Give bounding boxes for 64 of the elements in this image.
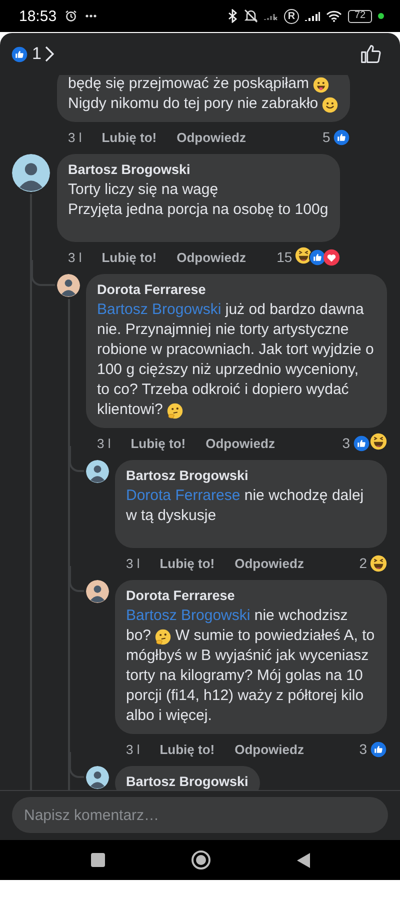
reactions-button[interactable]: 1 xyxy=(11,44,54,64)
like-link[interactable]: Lubię to! xyxy=(102,130,157,144)
battery-indicator: 72 xyxy=(348,10,372,22)
reply-link[interactable]: Odpowiedz xyxy=(206,436,275,450)
reply-link[interactable]: Odpowiedz xyxy=(234,556,304,570)
author-name[interactable]: Dorota Ferrarese xyxy=(126,588,375,603)
more-icon xyxy=(84,14,97,18)
roaming-indicator: R xyxy=(284,8,299,24)
author-name[interactable]: Bartosz Brogowski xyxy=(68,162,328,177)
like-link[interactable]: Lubię to! xyxy=(160,742,215,756)
chevron-icon xyxy=(45,46,54,62)
status-dot-icon xyxy=(378,13,384,19)
laughing-face-icon xyxy=(295,246,312,264)
reaction-count[interactable]: 3 xyxy=(359,741,367,757)
avatar[interactable] xyxy=(86,766,109,789)
wifi-icon xyxy=(326,10,342,22)
comment-input[interactable]: Napisz komentarz… xyxy=(12,797,388,833)
reply-link[interactable]: Odpowiedz xyxy=(176,130,246,144)
thumbs-up-icon xyxy=(333,128,350,146)
author-name[interactable]: Bartosz Brogowski xyxy=(126,774,248,789)
recent-apps-icon[interactable] xyxy=(90,853,104,867)
comment-time: 3 l xyxy=(126,556,140,570)
thumbs-up-icon xyxy=(370,740,387,758)
tongue-face-icon xyxy=(313,77,330,93)
avatar[interactable] xyxy=(57,274,80,297)
thumbs-up-icon xyxy=(11,46,28,62)
bluetooth-icon xyxy=(228,9,238,23)
like-link[interactable]: Lubię to! xyxy=(160,556,215,570)
like-link[interactable]: Lubię to! xyxy=(102,250,157,264)
comment-time: 3 l xyxy=(126,742,140,756)
comment-text: Bartosz Brogowski nie wchodzisz bo? W sumie to powiedziałeś A, to mógłbyś w B wyjaśnić jak wyceniasz torty na kilogramy? Mój golas na 10 porcji (fi14, h12) waży z półtorej kilo albo i więcej. xyxy=(126,606,375,726)
alarm-clock-icon xyxy=(64,10,77,22)
avatar[interactable] xyxy=(86,460,109,483)
reaction-count[interactable]: 5 xyxy=(322,129,330,145)
reply-link[interactable]: Odpowiedz xyxy=(176,250,246,264)
back-icon[interactable] xyxy=(296,852,310,868)
thumbs-up-icon[interactable] xyxy=(360,43,382,65)
like-link[interactable]: Lubię to! xyxy=(130,436,186,450)
comment-text: Torty liczy się na wagę Przyjęta jedna porcja na osobę to 100g xyxy=(68,180,328,220)
smiling-face-icon xyxy=(322,97,338,113)
author-name[interactable]: Dorota Ferrarese xyxy=(97,282,375,297)
author-name[interactable]: Bartosz Brogowski xyxy=(126,468,375,483)
comment-text: będę się przejmować że poskąpiłam Nigdy nikomu do tej pory nie zabrakło xyxy=(68,75,338,114)
comment-time: 3 l xyxy=(97,436,111,450)
reaction-count[interactable]: 3 xyxy=(342,435,350,451)
signal-icon xyxy=(264,11,278,21)
clock-time: 18:53 xyxy=(19,8,57,24)
comment-text: Dorota Ferrarese nie wchodzę dalej w tą dyskusje xyxy=(126,486,365,526)
home-icon[interactable] xyxy=(190,850,210,870)
avatar[interactable] xyxy=(86,580,109,603)
laughing-face-icon xyxy=(370,432,387,450)
avatar[interactable] xyxy=(12,154,50,192)
comment-time: 3 l xyxy=(68,130,82,144)
thinking-face-icon xyxy=(167,403,184,419)
thumbs-up-icon xyxy=(353,434,370,452)
signal-icon xyxy=(305,10,320,22)
thinking-face-icon xyxy=(155,629,172,645)
reply-link[interactable]: Odpowiedz xyxy=(234,742,304,756)
comment-text: Bartosz Brogowski już od bardzo dawna nie. Przynajmniej nie torty artystyczne robione w pracowniach. Jak tort wyjdzie o 100 g cięższy niż uprzednio wyceniony, to co? Trzeba odkroić i dopiero wydać klientowi? xyxy=(97,300,375,420)
laughing-face-icon xyxy=(370,554,387,572)
comment-time: 3 l xyxy=(68,250,82,264)
reaction-count[interactable]: 15 xyxy=(276,249,292,265)
reaction-count[interactable]: 2 xyxy=(359,555,367,571)
muted-bell-icon xyxy=(244,9,258,23)
